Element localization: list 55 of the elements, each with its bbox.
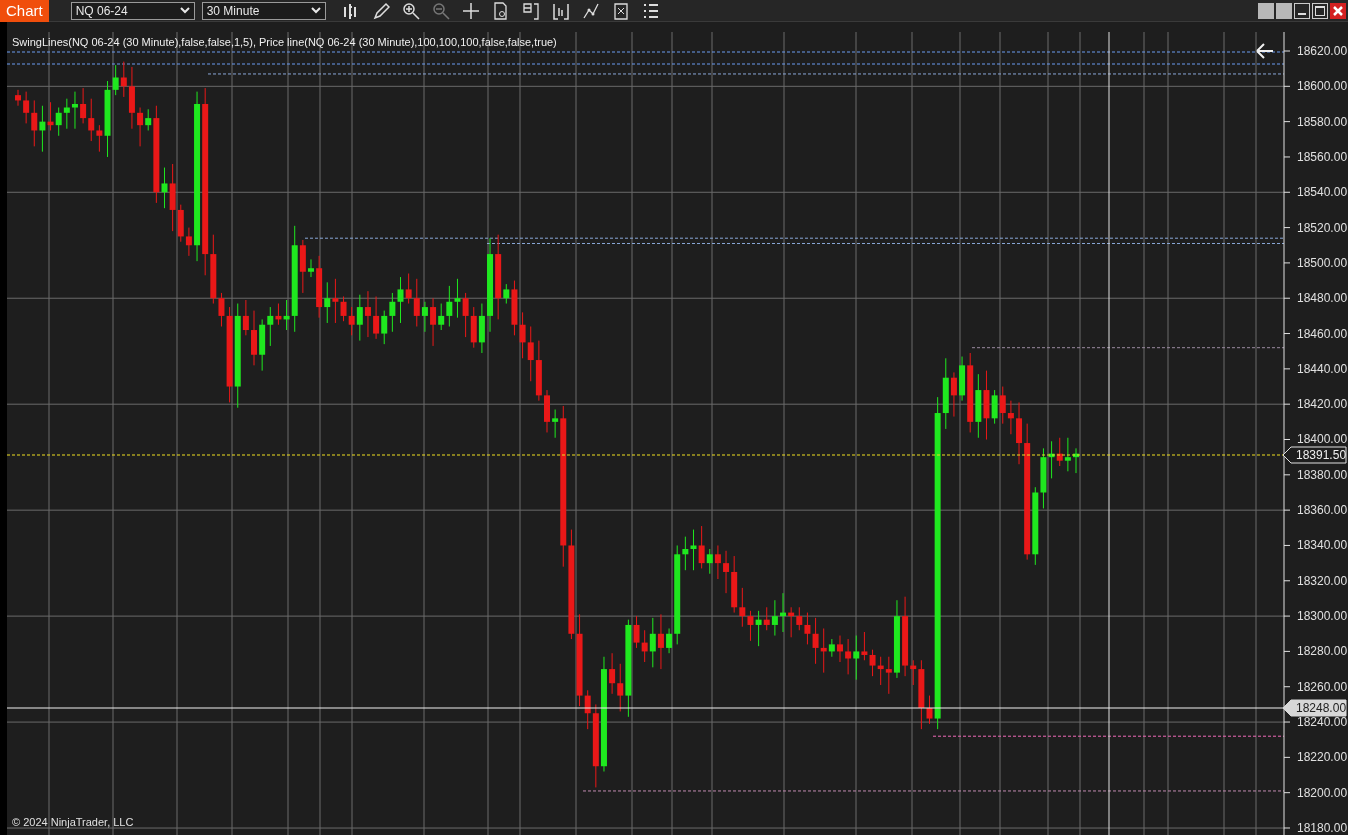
crosshair-icon[interactable] — [461, 1, 480, 20]
price-label: 18500.00 — [1297, 255, 1348, 270]
close-button[interactable] — [1330, 2, 1346, 19]
candle — [1073, 447, 1079, 474]
window-title: Chart — [0, 0, 49, 22]
candle — [15, 89, 21, 107]
price-label: 18400.00 — [1297, 432, 1348, 447]
chevron-icon — [310, 7, 321, 14]
price-label: 18460.00 — [1297, 326, 1348, 341]
zoom-in-icon[interactable] — [401, 1, 420, 20]
back-arrow-icon[interactable] — [1256, 43, 1274, 59]
price-label: 18440.00 — [1297, 361, 1348, 376]
price-label: 18520.00 — [1297, 220, 1348, 235]
copyright-text: © 2024 NinjaTrader, LLC — [12, 816, 134, 828]
candle — [251, 310, 257, 366]
price-marker: 18248.00 — [1282, 699, 1347, 717]
candle — [780, 592, 786, 633]
price-label: 18620.00 — [1297, 44, 1348, 58]
strategy-icon[interactable] — [611, 1, 630, 20]
price-label: 18300.00 — [1297, 609, 1348, 624]
list-icon[interactable] — [641, 1, 660, 20]
price-label: 18360.00 — [1297, 503, 1348, 518]
zoom-out-icon[interactable] — [431, 1, 450, 20]
candle — [308, 258, 314, 278]
price-label: 18240.00 — [1297, 715, 1348, 730]
price-label: 18480.00 — [1297, 291, 1348, 306]
candle — [544, 389, 550, 433]
pencil-icon[interactable] — [371, 1, 390, 20]
price-label: 18540.00 — [1297, 185, 1348, 200]
price-label: 18600.00 — [1297, 79, 1348, 94]
window-button[interactable] — [1258, 2, 1274, 19]
chart-bars-icon[interactable] — [551, 1, 570, 20]
document-search-icon[interactable] — [491, 1, 510, 20]
price-label: 18560.00 — [1297, 149, 1348, 164]
indicator-label: SwingLines(NQ 06-24 (30 Minute),false,false,1,5), Price line(NQ 06-24 (30 Minute),100,100,100,false,false,true) — [12, 36, 557, 48]
price-label: 18420.00 — [1297, 397, 1348, 412]
maximize-button[interactable] — [1312, 2, 1328, 19]
chevron-icon — [179, 7, 190, 14]
price-label: 18380.00 — [1297, 467, 1348, 482]
instrument-dropdown[interactable]: NQ 06-24 — [70, 1, 195, 20]
price-label: 18320.00 — [1297, 573, 1348, 588]
line-chart-icon[interactable] — [581, 1, 600, 20]
window-button[interactable] — [1276, 2, 1292, 19]
interval-dropdown[interactable]: 30 Minute — [201, 1, 326, 20]
price-label: 18260.00 — [1297, 679, 1348, 694]
price-label: 18280.00 — [1297, 644, 1348, 659]
minimize-button[interactable] — [1294, 2, 1310, 19]
price-label: 18200.00 — [1297, 785, 1348, 800]
price-marker: 18391.50 — [1282, 446, 1347, 464]
price-label: 18220.00 — [1297, 750, 1348, 765]
candle — [837, 635, 843, 663]
price-label: 18580.00 — [1297, 114, 1348, 129]
panel-icon[interactable] — [521, 1, 540, 20]
price-label: 18180.00 — [1297, 821, 1348, 835]
price-label: 18340.00 — [1297, 538, 1348, 553]
